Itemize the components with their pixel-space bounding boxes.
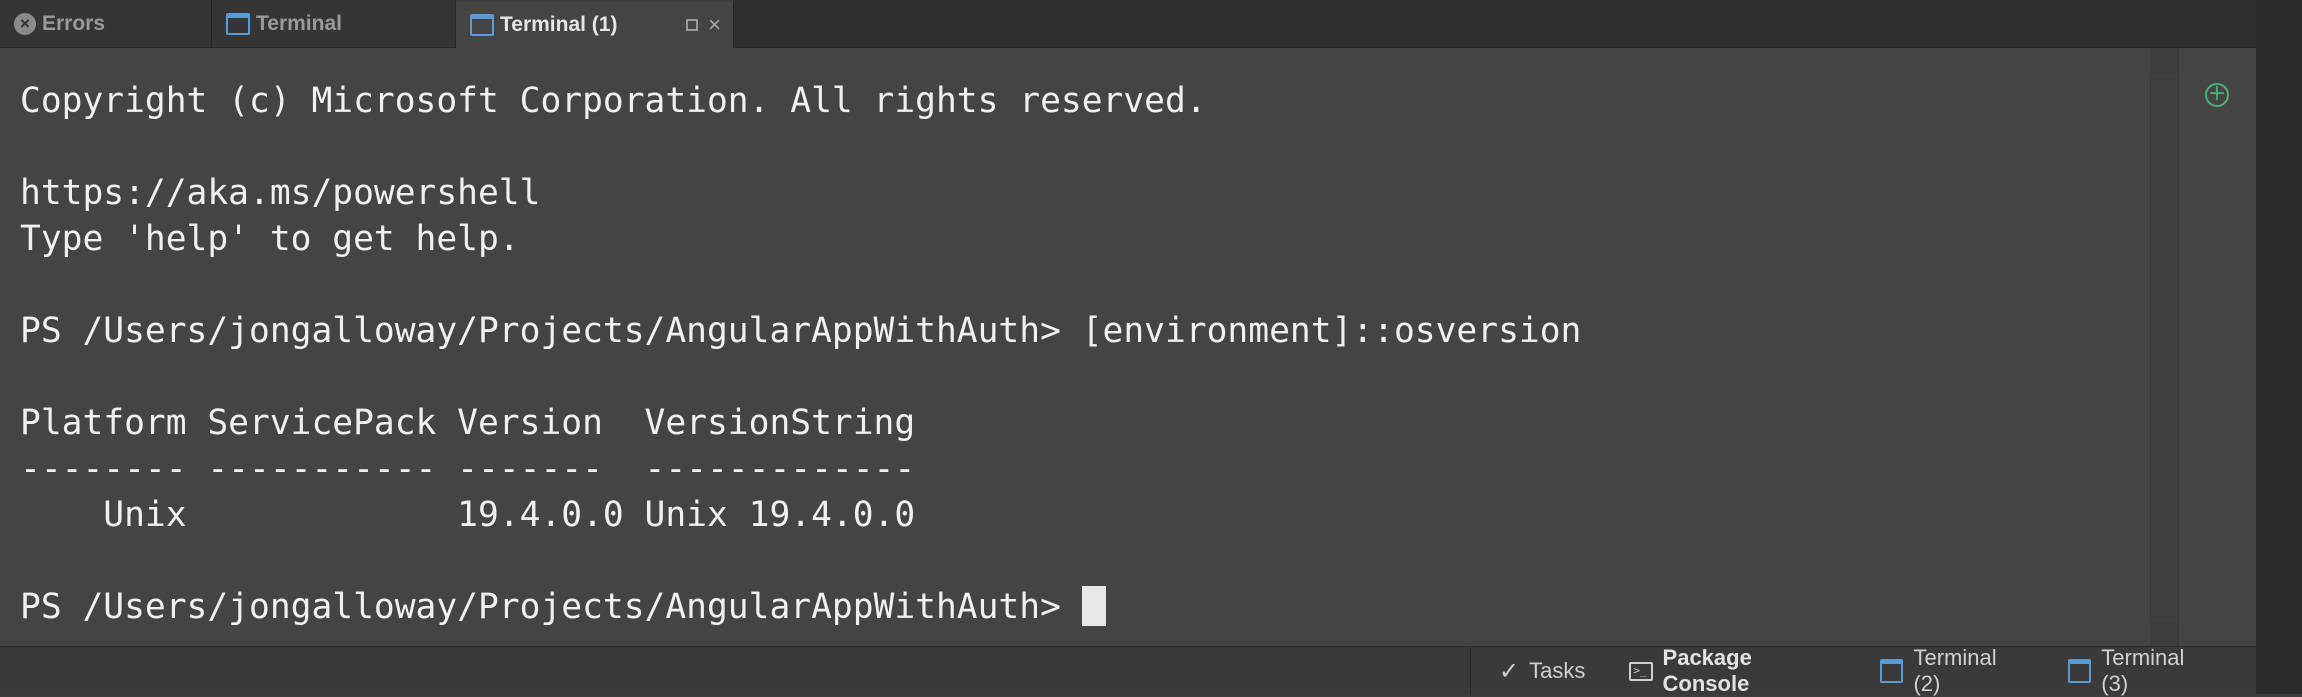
tab-terminal[interactable]: Terminal bbox=[212, 0, 456, 47]
package-console-button[interactable]: >_ Package Console bbox=[1629, 645, 1836, 697]
close-icon[interactable]: × bbox=[708, 13, 721, 36]
tasks-button[interactable]: ✓ Tasks bbox=[1499, 657, 1585, 685]
terminal-pane[interactable]: Copyright (c) Microsoft Corporation. All… bbox=[0, 48, 2150, 646]
maximize-icon[interactable] bbox=[686, 18, 699, 31]
tab-terminal-1-label: Terminal (1) bbox=[500, 12, 618, 36]
terminal-line: Unix 19.4.0.0 Unix 19.4.0.0 bbox=[20, 495, 916, 535]
terminal-prompt: PS /Users/jongalloway/Projects/AngularAp… bbox=[20, 587, 1082, 627]
tab-errors-label: Errors bbox=[42, 11, 106, 35]
terminal-window-icon bbox=[470, 13, 494, 36]
terminal-line: https://aka.ms/powershell bbox=[20, 173, 541, 213]
terminal-2-button[interactable]: Terminal (2) bbox=[1880, 645, 2024, 697]
terminal-cursor bbox=[1081, 586, 1106, 626]
terminal-window-icon bbox=[226, 12, 250, 35]
terminal-line: Type 'help' to get help. bbox=[20, 219, 520, 259]
window-edge bbox=[2256, 0, 2302, 694]
console-icon: >_ bbox=[1629, 661, 1653, 681]
package-console-label: Package Console bbox=[1662, 645, 1752, 696]
terminal-line: PS /Users/jongalloway/Projects/AngularAp… bbox=[20, 311, 1582, 351]
terminal-output: Copyright (c) Microsoft Corporation. All… bbox=[20, 78, 2150, 630]
terminal-window-icon bbox=[2068, 659, 2092, 683]
tab-errors[interactable]: × Errors bbox=[0, 0, 212, 47]
error-circle-icon: × bbox=[14, 12, 36, 35]
terminal-line: Copyright (c) Microsoft Corporation. All… bbox=[20, 81, 1207, 121]
terminal-prompt-line[interactable]: PS /Users/jongalloway/Projects/AngularAp… bbox=[20, 584, 2150, 630]
terminal-line: Platform ServicePack Version VersionStri… bbox=[20, 403, 916, 443]
tab-terminal-1[interactable]: Terminal (1) × bbox=[456, 0, 734, 48]
terminal-3-button[interactable]: Terminal (3) bbox=[2068, 645, 2212, 697]
status-bar: ✓ Tasks >_ Package Console Terminal (2) … bbox=[0, 645, 2256, 697]
terminal-scrollbar[interactable] bbox=[2150, 74, 2178, 622]
status-pad-list: ✓ Tasks >_ Package Console Terminal (2) … bbox=[1470, 645, 2256, 697]
checkmark-icon: ✓ bbox=[1499, 657, 1520, 685]
tab-terminal-label: Terminal bbox=[256, 11, 342, 35]
tasks-label: Tasks bbox=[1529, 658, 1586, 683]
terminal-line: -------- ----------- ------- -----------… bbox=[20, 449, 916, 489]
terminal-2-label: Terminal (2) bbox=[1913, 645, 1997, 696]
tab-bar: × Errors Terminal Terminal (1) × bbox=[0, 0, 2256, 48]
terminal-3-label: Terminal (3) bbox=[2101, 645, 2185, 696]
terminal-side-panel bbox=[2178, 48, 2256, 646]
add-terminal-icon[interactable]: + bbox=[2205, 83, 2229, 107]
terminal-window-icon bbox=[1880, 659, 1904, 683]
